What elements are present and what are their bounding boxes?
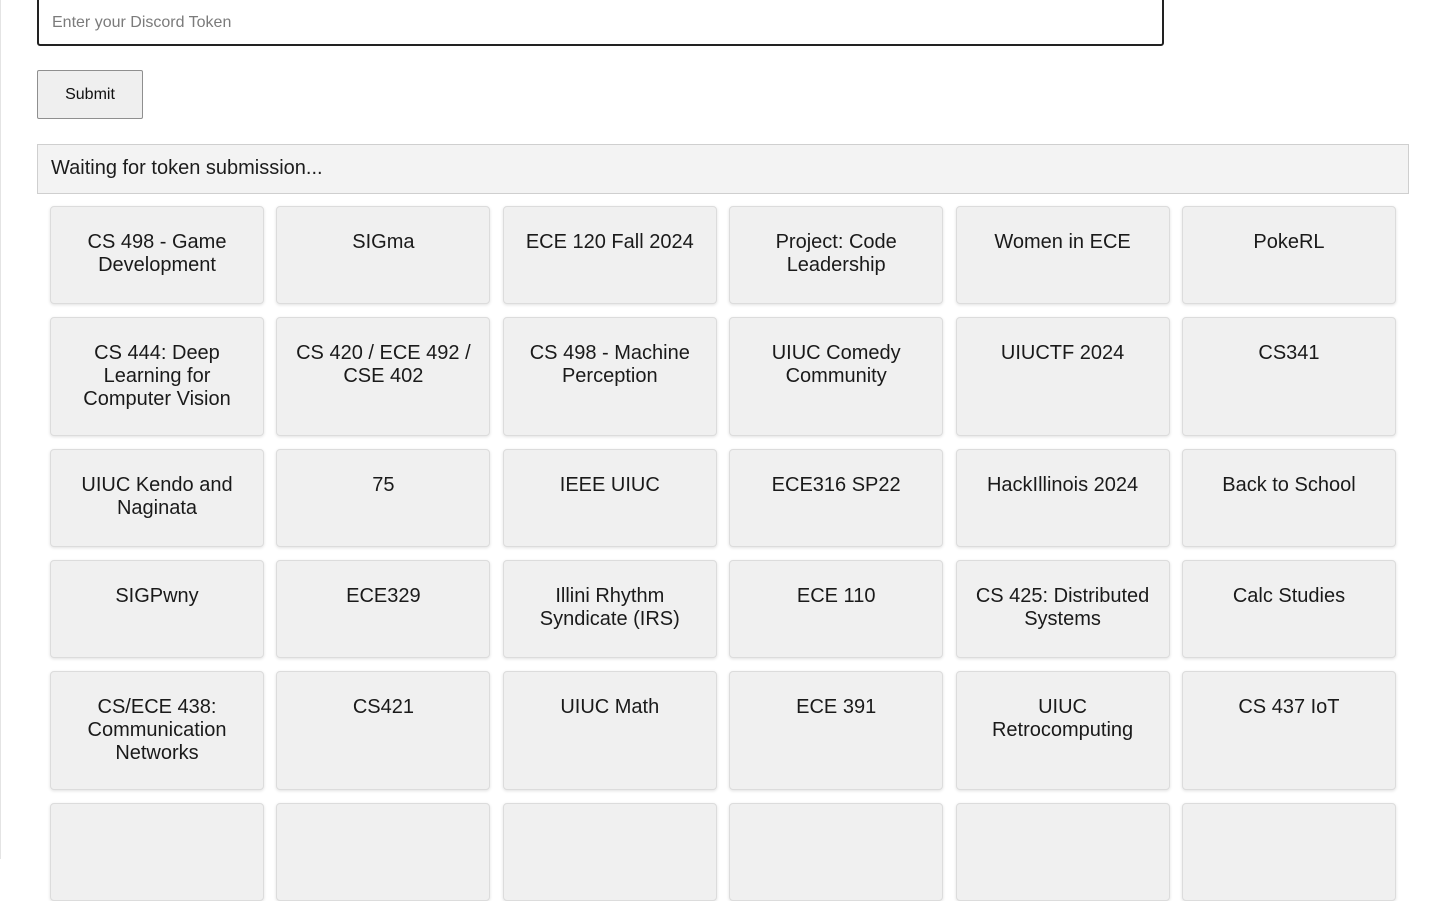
server-card[interactable]: ECE329: [276, 560, 490, 658]
server-card[interactable]: Illini Rhythm Syndicate (IRS): [503, 560, 717, 658]
server-card[interactable]: UIUC Math: [503, 671, 717, 790]
server-card[interactable]: [1182, 803, 1396, 901]
server-card[interactable]: CS 425: Distributed Systems: [956, 560, 1170, 658]
server-card[interactable]: PokeRL: [1182, 206, 1396, 304]
server-card[interactable]: CS 444: Deep Learning for Computer Visio…: [50, 317, 264, 436]
server-card[interactable]: [956, 803, 1170, 901]
server-card[interactable]: IEEE UIUC: [503, 449, 717, 547]
server-card[interactable]: HackIllinois 2024: [956, 449, 1170, 547]
server-card[interactable]: UIUCTF 2024: [956, 317, 1170, 436]
server-card[interactable]: UIUC Retrocomputing: [956, 671, 1170, 790]
server-card[interactable]: SIGPwny: [50, 560, 264, 658]
server-card[interactable]: Back to School: [1182, 449, 1396, 547]
server-card[interactable]: UIUC Kendo and Naginata: [50, 449, 264, 547]
server-card[interactable]: Women in ECE: [956, 206, 1170, 304]
server-card[interactable]: ECE316 SP22: [729, 449, 943, 547]
server-card[interactable]: 75: [276, 449, 490, 547]
server-card[interactable]: CS 498 - Machine Perception: [503, 317, 717, 436]
page-left-border: [0, 0, 1, 859]
server-card[interactable]: SIGma: [276, 206, 490, 304]
server-card[interactable]: ECE 120 Fall 2024: [503, 206, 717, 304]
server-card[interactable]: CS 437 IoT: [1182, 671, 1396, 790]
status-message: Waiting for token submission...: [37, 144, 1409, 194]
server-card[interactable]: Project: Code Leadership: [729, 206, 943, 304]
server-card[interactable]: CS 498 - Game Development: [50, 206, 264, 304]
server-card[interactable]: [50, 803, 264, 901]
server-card[interactable]: [503, 803, 717, 901]
server-card[interactable]: UIUC Comedy Community: [729, 317, 943, 436]
server-card[interactable]: CS/ECE 438: Communication Networks: [50, 671, 264, 790]
server-card[interactable]: ECE 391: [729, 671, 943, 790]
server-card[interactable]: [276, 803, 490, 901]
discord-token-input[interactable]: [37, 0, 1164, 46]
server-card[interactable]: [729, 803, 943, 901]
server-card[interactable]: Calc Studies: [1182, 560, 1396, 658]
server-card[interactable]: CS 420 / ECE 492 / CSE 402: [276, 317, 490, 436]
server-grid: CS 498 - Game Development SIGma ECE 120 …: [50, 206, 1396, 901]
submit-button[interactable]: Submit: [37, 70, 143, 119]
server-card[interactable]: CS341: [1182, 317, 1396, 436]
server-card[interactable]: ECE 110: [729, 560, 943, 658]
server-card[interactable]: CS421: [276, 671, 490, 790]
